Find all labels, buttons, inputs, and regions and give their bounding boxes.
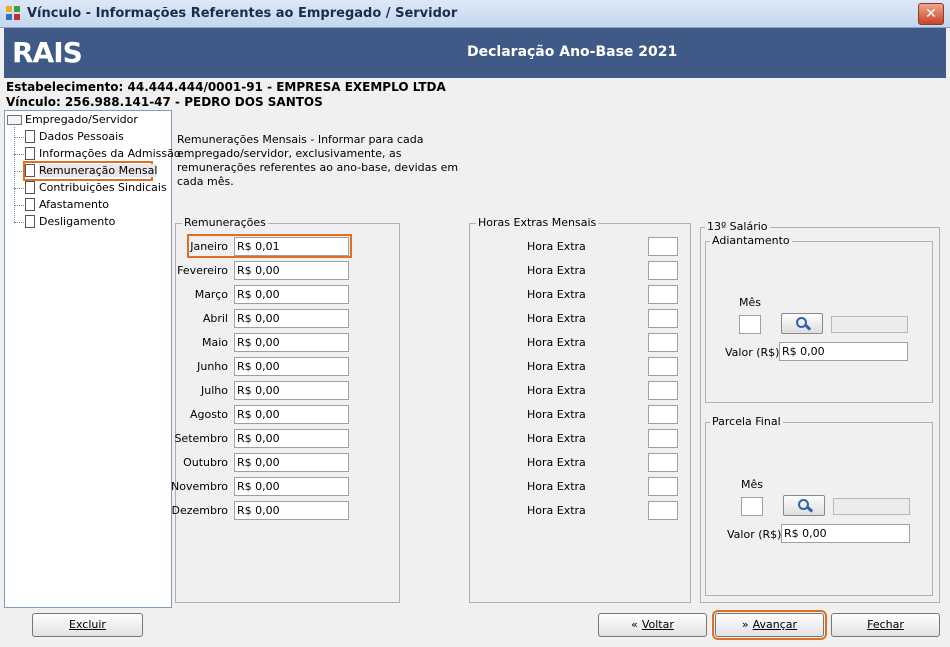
document-icon bbox=[25, 215, 35, 228]
document-icon bbox=[25, 181, 35, 194]
avancar-button[interactable]: » Avançar bbox=[712, 610, 827, 640]
adiantamento-search-button[interactable] bbox=[781, 313, 823, 334]
window-title: Vínculo - Informações Referentes ao Empr… bbox=[27, 6, 458, 21]
adiantamento-valor-input[interactable]: R$ 0,00 bbox=[779, 342, 908, 361]
month-value-input[interactable]: R$ 0,01 bbox=[234, 237, 349, 256]
rais-banner: RAIS Declaração Ano-Base 2021 bbox=[4, 28, 946, 78]
remuneracoes-legend: Remunerações bbox=[182, 216, 268, 229]
estabelecimento-label: Estabelecimento: 44.444.444/0001-91 - EM… bbox=[6, 80, 446, 94]
fechar-button[interactable]: Fechar bbox=[831, 613, 940, 637]
hora-extra-label: Hora Extra bbox=[527, 408, 586, 421]
month-label: Agosto bbox=[189, 408, 228, 421]
document-icon bbox=[25, 164, 35, 177]
hora-extra-input[interactable] bbox=[648, 477, 678, 496]
parcela-final-search-button[interactable] bbox=[783, 495, 825, 516]
tree-item-remuneracao-mensal[interactable]: Remuneração Mensal bbox=[14, 161, 158, 181]
tree-item-contribuicoes-sindicais[interactable]: Contribuições Sindicais bbox=[14, 180, 171, 196]
month-value-input[interactable]: R$ 0,00 bbox=[234, 501, 349, 520]
parcela-final-mes-display bbox=[833, 498, 910, 515]
document-icon bbox=[25, 198, 35, 211]
navigation-tree: Empregado/Servidor Dados Pessoais Inform… bbox=[4, 110, 181, 608]
document-icon bbox=[25, 147, 35, 160]
month-value-input[interactable]: R$ 0,00 bbox=[234, 357, 349, 376]
hora-extra-label: Hora Extra bbox=[527, 240, 586, 253]
hora-extra-label: Hora Extra bbox=[527, 504, 586, 517]
month-label: Abril bbox=[202, 312, 228, 325]
month-label: Março bbox=[194, 288, 228, 301]
hora-extra-input[interactable] bbox=[648, 309, 678, 328]
month-label: Julho bbox=[201, 384, 228, 397]
adiantamento-legend: Adiantamento bbox=[710, 234, 792, 247]
month-value-input[interactable]: R$ 0,00 bbox=[234, 381, 349, 400]
tree-item-informacoes-admissao[interactable]: Informações da Admissão bbox=[14, 146, 181, 162]
hora-extra-input[interactable] bbox=[648, 261, 678, 280]
month-value-input[interactable]: R$ 0,00 bbox=[234, 429, 349, 448]
hora-extra-input[interactable] bbox=[648, 285, 678, 304]
hora-extra-label: Hora Extra bbox=[527, 480, 586, 493]
month-value-input[interactable]: R$ 0,00 bbox=[234, 333, 349, 352]
hora-extra-label: Hora Extra bbox=[527, 312, 586, 325]
month-label: Setembro bbox=[174, 432, 228, 445]
decimo-terceiro-legend: 13º Salário bbox=[705, 220, 770, 233]
vinculo-label: Vínculo: 256.988.141-47 - PEDRO DOS SANT… bbox=[6, 95, 323, 109]
adiantamento-mes-label: Mês bbox=[739, 296, 761, 309]
parcela-final-legend: Parcela Final bbox=[710, 415, 783, 428]
parcela-final-valor-input[interactable]: R$ 0,00 bbox=[781, 524, 910, 543]
month-label: Outubro bbox=[183, 456, 228, 469]
banner-title: Declaração Ano-Base 2021 bbox=[467, 44, 678, 60]
horas-extras-legend: Horas Extras Mensais bbox=[476, 216, 599, 229]
app-icon bbox=[6, 6, 22, 22]
section-description: Remunerações Mensais - Informar para cad… bbox=[177, 133, 459, 188]
tree-root-label: Empregado/Servidor bbox=[25, 113, 138, 126]
hora-extra-input[interactable] bbox=[648, 501, 678, 520]
window-titlebar: Vínculo - Informações Referentes ao Empr… bbox=[0, 0, 950, 28]
month-label: Dezembro bbox=[171, 504, 229, 517]
hora-extra-label: Hora Extra bbox=[527, 456, 586, 469]
hora-extra-input[interactable] bbox=[648, 453, 678, 472]
hora-extra-label: Hora Extra bbox=[527, 336, 586, 349]
hora-extra-input[interactable] bbox=[648, 237, 678, 256]
parcela-final-mes-input[interactable] bbox=[741, 497, 763, 516]
month-value-input[interactable]: R$ 0,00 bbox=[234, 453, 349, 472]
double-chevron-right-icon: » bbox=[741, 618, 749, 631]
month-value-input[interactable]: R$ 0,00 bbox=[234, 285, 349, 304]
parcela-final-mes-label: Mês bbox=[741, 478, 763, 491]
month-label: Novembro bbox=[171, 480, 228, 493]
month-label: Maio bbox=[201, 336, 228, 349]
double-chevron-left-icon: « bbox=[631, 618, 638, 631]
month-value-input[interactable]: R$ 0,00 bbox=[234, 477, 349, 496]
month-label: Janeiro bbox=[190, 240, 228, 253]
hora-extra-input[interactable] bbox=[648, 429, 678, 448]
parcela-final-valor-label: Valor (R$) bbox=[727, 528, 782, 541]
tree-item-afastamento[interactable]: Afastamento bbox=[14, 197, 171, 213]
folder-icon bbox=[7, 115, 22, 125]
rais-logo: RAIS bbox=[12, 36, 83, 69]
month-label: Fevereiro bbox=[177, 264, 228, 277]
month-label: Junho bbox=[197, 360, 228, 373]
hora-extra-label: Hora Extra bbox=[527, 360, 586, 373]
tree-connector bbox=[14, 127, 15, 222]
hora-extra-input[interactable] bbox=[648, 405, 678, 424]
adiantamento-mes-display bbox=[831, 316, 908, 333]
hora-extra-input[interactable] bbox=[648, 357, 678, 376]
month-value-input[interactable]: R$ 0,00 bbox=[234, 309, 349, 328]
month-value-input[interactable]: R$ 0,00 bbox=[234, 261, 349, 280]
hora-extra-label: Hora Extra bbox=[527, 432, 586, 445]
hora-extra-label: Hora Extra bbox=[527, 288, 586, 301]
adiantamento-valor-label: Valor (R$) bbox=[725, 346, 780, 359]
tree-item-dados-pessoais[interactable]: Dados Pessoais bbox=[14, 129, 171, 145]
adiantamento-mes-input[interactable] bbox=[739, 315, 761, 334]
close-window-button[interactable]: ✕ bbox=[918, 3, 944, 25]
excluir-button[interactable]: Excluir bbox=[32, 613, 143, 637]
hora-extra-label: Hora Extra bbox=[527, 384, 586, 397]
month-value-input[interactable]: R$ 0,00 bbox=[234, 405, 349, 424]
voltar-button[interactable]: «Voltar bbox=[598, 613, 707, 637]
hora-extra-input[interactable] bbox=[648, 333, 678, 352]
tree-item-desligamento[interactable]: Desligamento bbox=[14, 214, 171, 230]
hora-extra-label: Hora Extra bbox=[527, 264, 586, 277]
document-icon bbox=[25, 130, 35, 143]
hora-extra-input[interactable] bbox=[648, 381, 678, 400]
